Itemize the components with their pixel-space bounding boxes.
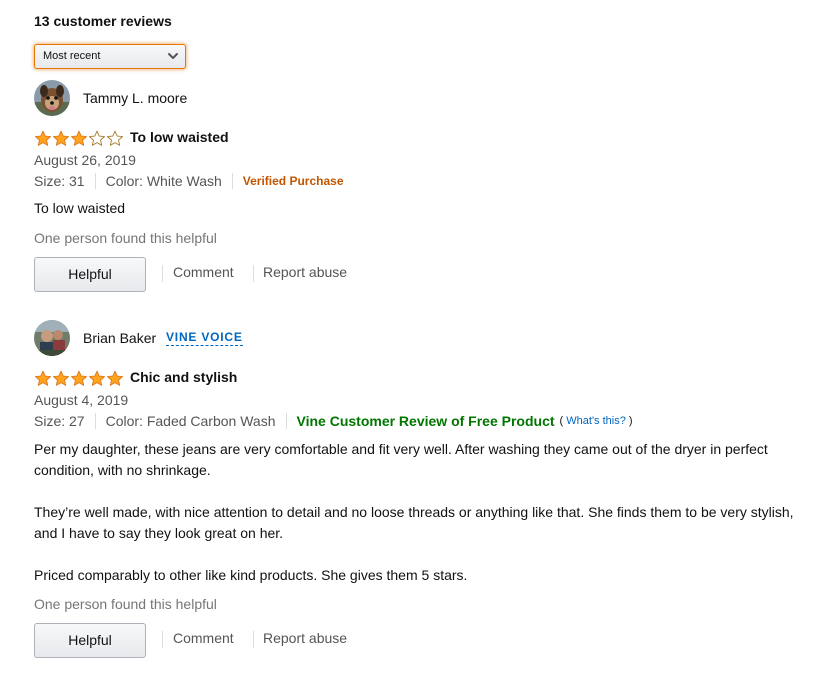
reviewer-name[interactable]: Tammy L. moore: [83, 90, 187, 106]
star-rating[interactable]: [34, 130, 124, 146]
review-size[interactable]: Size: 31: [34, 170, 85, 192]
reviewer-name[interactable]: Brian Baker: [83, 330, 156, 346]
sort-selected-label: Most recent: [43, 50, 101, 62]
review-paragraph: Per my daughter, these jeans are very co…: [34, 441, 768, 478]
review-count: 13 customer reviews: [34, 13, 172, 29]
helpful-count: One person found this helpful: [34, 596, 217, 612]
review-title[interactable]: To low waisted: [130, 129, 229, 145]
review-card: Tammy L. moore To low waisted August 26,…: [34, 80, 814, 292]
review-format-strip: Size: 31 Color: White Wash Verified Purc…: [34, 170, 814, 192]
review-card: Brian Baker VINE VOICE Chic and stylish …: [34, 320, 814, 658]
whats-this-link[interactable]: What's this?: [566, 415, 626, 427]
review-body: Per my daughter, these jeans are very co…: [34, 439, 814, 586]
paren-open: (: [559, 415, 564, 427]
star-rating[interactable]: [34, 370, 124, 386]
avatar[interactable]: [34, 320, 70, 356]
verified-purchase-badge: Verified Purchase: [242, 174, 344, 188]
star-empty-icon: [89, 130, 105, 146]
whats-this: ( What's this? ): [560, 410, 633, 432]
vine-review-badge: Vine Customer Review of Free Product: [296, 413, 555, 429]
divider: [285, 413, 287, 429]
review-date: August 26, 2019: [34, 152, 136, 168]
reviewer-profile[interactable]: Tammy L. moore: [34, 80, 814, 116]
review-date: August 4, 2019: [34, 392, 129, 408]
reviewer-profile[interactable]: Brian Baker VINE VOICE: [34, 320, 814, 356]
star-full-icon: [89, 370, 105, 386]
review-paragraph: To low waisted: [34, 200, 126, 216]
avatar[interactable]: [34, 80, 70, 116]
star-empty-icon: [107, 130, 123, 146]
helpful-count: One person found this helpful: [34, 230, 217, 246]
helpful-button[interactable]: Helpful: [34, 257, 146, 292]
divider: [162, 265, 163, 282]
review-size[interactable]: Size: 27: [34, 410, 85, 432]
report-abuse-link[interactable]: Report abuse: [263, 264, 347, 280]
divider: [253, 265, 254, 282]
comment-link[interactable]: Comment: [173, 630, 234, 646]
divider: [253, 631, 254, 648]
chevron-down-icon: [168, 53, 178, 59]
divider: [94, 413, 96, 429]
star-full-icon: [35, 130, 51, 146]
paren-close: ): [628, 415, 633, 427]
comment-link[interactable]: Comment: [173, 264, 234, 280]
star-full-icon: [107, 370, 123, 386]
vine-voice-badge[interactable]: VINE VOICE: [166, 330, 243, 346]
divider: [231, 173, 233, 189]
star-full-icon: [71, 370, 87, 386]
report-abuse-link[interactable]: Report abuse: [263, 630, 347, 646]
review-color[interactable]: Color: Faded Carbon Wash: [106, 410, 276, 432]
star-full-icon: [53, 370, 69, 386]
star-full-icon: [53, 130, 69, 146]
star-full-icon: [71, 130, 87, 146]
review-color[interactable]: Color: White Wash: [106, 170, 222, 192]
sort-dropdown[interactable]: Most recent: [34, 44, 186, 69]
divider: [162, 631, 163, 648]
helpful-button[interactable]: Helpful: [34, 623, 146, 658]
review-paragraph: They’re well made, with nice attention t…: [34, 504, 794, 541]
review-body: To low waisted: [34, 198, 814, 219]
divider: [94, 173, 96, 189]
review-title[interactable]: Chic and stylish: [130, 369, 237, 385]
star-full-icon: [35, 370, 51, 386]
review-format-strip: Size: 27 Color: Faded Carbon Wash Vine C…: [34, 410, 814, 432]
review-paragraph: Priced comparably to other like kind pro…: [34, 567, 468, 583]
